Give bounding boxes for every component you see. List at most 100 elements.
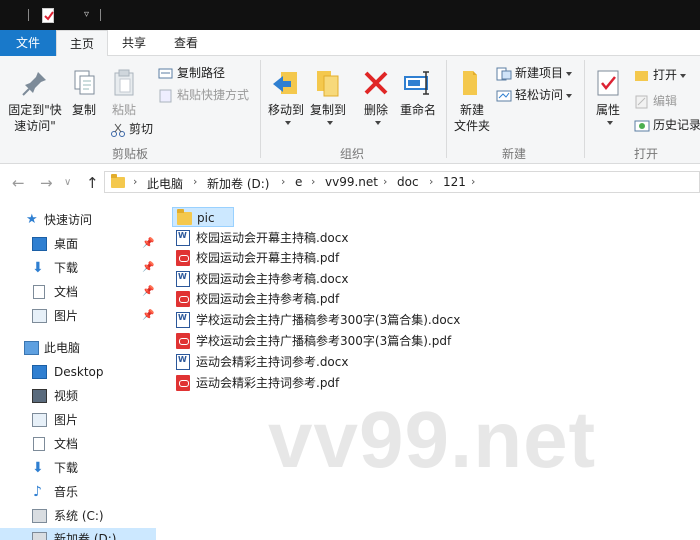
tab-view[interactable]: 查看	[164, 30, 208, 56]
nav-videos[interactable]: 视频	[0, 385, 156, 407]
nav-downloads-pinned[interactable]: ⬇ 下载 📌	[0, 257, 156, 279]
breadcrumb-this-pc[interactable]: 此电脑	[147, 175, 183, 192]
navigation-pane: ★ 快速访问 桌面 📌 ⬇ 下载 📌 文档 📌 图片 📌 此电脑 Desktop…	[0, 200, 156, 540]
breadcrumb-volume-d[interactable]: 新加卷 (D:)	[207, 175, 269, 192]
new-item-button[interactable]: 新建项目	[496, 64, 573, 82]
breadcrumb-e[interactable]: e	[295, 175, 302, 189]
pin-icon[interactable]: 📌	[142, 281, 154, 303]
tab-home[interactable]: 主页	[56, 30, 108, 57]
cut-button[interactable]: 剪切	[110, 120, 153, 138]
nav-label: 系统 (C:)	[54, 509, 104, 523]
open-icon	[634, 69, 650, 83]
organize-group-label: 组织	[339, 147, 364, 161]
chevron-right-icon[interactable]: ›	[281, 175, 285, 188]
copy-to-button[interactable]: 复制到	[306, 68, 350, 126]
word-document-icon	[176, 354, 190, 370]
breadcrumb-doc[interactable]: doc	[397, 175, 419, 189]
history-icon	[634, 119, 650, 133]
properties-icon[interactable]	[42, 8, 54, 23]
list-item[interactable]: 运动会精彩主持词参考.pdf	[172, 373, 372, 393]
separator	[28, 9, 29, 21]
file-name: 运动会精彩主持词参考.pdf	[196, 376, 340, 390]
word-document-icon	[176, 230, 190, 246]
paste-shortcut-button[interactable]: 粘贴快捷方式	[158, 86, 249, 104]
chevron-right-icon[interactable]: ›	[383, 175, 387, 188]
delete-button[interactable]: 删除	[358, 68, 394, 126]
new-folder-button[interactable]: 新建 文件夹	[450, 68, 494, 134]
file-list: pic 校园运动会开幕主持稿.docx 校园运动会开幕主持稿.pdf 校园运动会…	[156, 200, 700, 540]
tab-file[interactable]: 文件	[0, 30, 56, 56]
list-item[interactable]: 校园运动会开幕主持稿.docx	[172, 228, 372, 248]
download-arrow-icon: ⬇	[32, 460, 44, 476]
customize-dropdown-icon[interactable]: ▿	[84, 9, 89, 20]
nav-label: Desktop	[54, 365, 104, 379]
nav-label: 音乐	[54, 485, 79, 499]
new-item-label: 新建项目	[515, 66, 564, 80]
open-label: 打开	[653, 68, 678, 82]
folder-icon	[177, 209, 192, 225]
list-item[interactable]: pic	[172, 207, 234, 227]
nav-pictures[interactable]: 图片	[0, 409, 156, 431]
chevron-right-icon[interactable]: ›	[193, 175, 197, 188]
open-button[interactable]: 打开	[634, 66, 687, 84]
recent-locations-chevron-icon[interactable]: ∨	[64, 177, 71, 188]
edit-button[interactable]: 编辑	[634, 92, 677, 110]
breadcrumb-121[interactable]: 121	[443, 175, 466, 189]
delete-x-icon	[361, 68, 391, 98]
nav-system-c[interactable]: 系统 (C:)	[0, 505, 156, 527]
nav-desktop[interactable]: Desktop	[0, 361, 156, 383]
copy-icon	[69, 68, 99, 98]
title-bar: ▿	[0, 0, 700, 30]
copy-path-button[interactable]: 复制路径	[158, 64, 225, 82]
nav-pictures-pinned[interactable]: 图片 📌	[0, 305, 156, 327]
move-to-button[interactable]: 移动到	[264, 68, 308, 126]
computer-icon	[24, 341, 39, 355]
pin-icon[interactable]: 📌	[142, 233, 154, 255]
pin-to-quick-access-button[interactable]: 固定到"快 速访问"	[4, 68, 66, 134]
chevron-right-icon[interactable]: ›	[133, 175, 137, 188]
desktop-icon	[32, 237, 47, 251]
list-item[interactable]: 学校运动会主持广播稿参考300字(3篇合集).docx	[172, 310, 492, 330]
up-arrow-icon[interactable]: ↑	[86, 174, 99, 192]
tab-share[interactable]: 共享	[112, 30, 156, 56]
nav-desktop-pinned[interactable]: 桌面 📌	[0, 233, 156, 255]
list-item[interactable]: 校园运动会主持参考稿.docx	[172, 269, 372, 289]
history-button[interactable]: 历史记录	[634, 116, 700, 134]
address-bar[interactable]: › 此电脑 › 新加卷 (D:) › e › vv99.net › doc › …	[104, 171, 700, 193]
pin-icon[interactable]: 📌	[142, 257, 154, 279]
nav-documents-pinned[interactable]: 文档 📌	[0, 281, 156, 303]
paste-button[interactable]: 粘贴	[106, 68, 142, 118]
chevron-right-icon[interactable]: ›	[311, 175, 315, 188]
back-arrow-icon[interactable]: ←	[12, 174, 25, 192]
pin-icon[interactable]: 📌	[142, 305, 154, 327]
nav-this-pc[interactable]: 此电脑	[0, 337, 156, 359]
list-item[interactable]: 运动会精彩主持词参考.docx	[172, 352, 372, 372]
forward-arrow-icon[interactable]: →	[40, 174, 53, 192]
chevron-right-icon[interactable]: ›	[429, 175, 433, 188]
chevron-right-icon[interactable]: ›	[471, 175, 475, 188]
open-group-label: 打开	[633, 147, 658, 161]
word-document-icon	[176, 271, 190, 287]
nav-new-volume-d[interactable]: 新加卷 (D:)	[0, 528, 156, 540]
list-item[interactable]: 校园运动会主持参考稿.pdf	[172, 289, 372, 309]
copy-button[interactable]: 复制	[66, 68, 102, 118]
music-note-icon: ♪	[33, 484, 42, 500]
list-item[interactable]: 校园运动会开幕主持稿.pdf	[172, 248, 372, 268]
paste-label: 粘贴	[111, 103, 136, 117]
properties-button[interactable]: 属性	[588, 68, 628, 126]
nav-documents[interactable]: 文档	[0, 433, 156, 455]
move-to-dropdown-icon	[264, 118, 308, 126]
easy-access-button[interactable]: 轻松访问	[496, 86, 573, 104]
breadcrumb-vv99[interactable]: vv99.net	[325, 175, 378, 189]
properties-dropdown-icon	[588, 118, 628, 126]
new-item-dropdown-icon	[566, 71, 573, 76]
nav-downloads[interactable]: ⬇ 下载	[0, 457, 156, 479]
list-item[interactable]: 学校运动会主持广播稿参考300字(3篇合集).pdf	[172, 331, 492, 351]
nav-music[interactable]: ♪ 音乐	[0, 481, 156, 503]
video-icon	[32, 389, 47, 403]
paste-icon	[109, 68, 139, 98]
file-name: 校园运动会主持参考稿.docx	[196, 272, 349, 286]
nav-quick-access[interactable]: ★ 快速访问	[0, 209, 156, 231]
nav-label: 此电脑	[44, 341, 81, 355]
rename-button[interactable]: 重命名	[396, 68, 440, 118]
